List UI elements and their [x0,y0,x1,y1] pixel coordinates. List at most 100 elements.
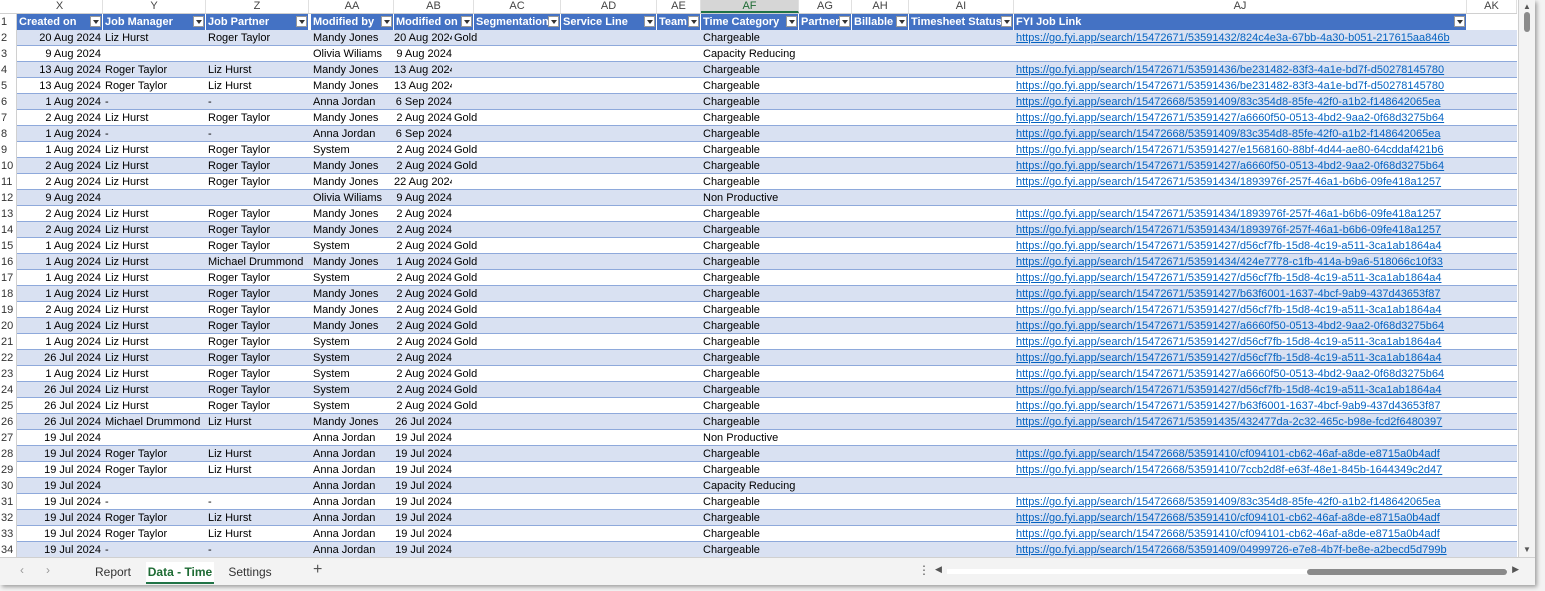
table-cell[interactable] [561,526,657,542]
row-number[interactable]: 4 [0,62,17,78]
row-number[interactable]: 3 [0,46,17,62]
fyi-job-link[interactable]: https://go.fyi.app/search/15472671/53591… [1016,288,1440,300]
table-cell[interactable] [452,126,561,142]
row-number[interactable]: 24 [0,382,17,398]
fyi-job-link[interactable]: https://go.fyi.app/search/15472671/53591… [1016,80,1444,92]
table-cell[interactable]: Michael Drummond [103,414,206,430]
table-cell[interactable]: Chargeable [701,110,799,126]
table-cell[interactable]: Chargeable [701,206,799,222]
row-number[interactable]: 34 [0,542,17,558]
table-cell[interactable] [909,94,1014,110]
table-cell[interactable] [852,270,909,286]
table-cell[interactable]: Mandy Jones [311,286,394,302]
table-cell[interactable] [799,30,852,46]
tab-report[interactable]: Report [90,562,136,582]
column-letter-ag[interactable]: AG [799,0,852,13]
table-cell[interactable]: Chargeable [701,94,799,110]
table-cell[interactable]: 19 Jul 2024 [394,510,452,526]
table-cell[interactable] [909,334,1014,350]
job-link-cell[interactable]: https://go.fyi.app/search/15472671/53591… [1014,174,1467,190]
table-cell[interactable] [561,142,657,158]
job-link-cell[interactable]: https://go.fyi.app/search/15472671/53591… [1014,302,1467,318]
table-cell[interactable]: 2 Aug 2024 [394,222,452,238]
table-cell[interactable]: 13 Aug 2024 [394,62,452,78]
table-cell[interactable] [799,46,852,62]
table-cell[interactable]: Chargeable [701,542,799,558]
filter-dropdown-icon[interactable] [644,16,655,27]
table-cell[interactable] [799,78,852,94]
job-link-cell[interactable]: https://go.fyi.app/search/15472668/53591… [1014,526,1467,542]
table-cell[interactable] [657,206,701,222]
table-cell[interactable] [909,254,1014,270]
table-cell[interactable]: Chargeable [701,510,799,526]
table-cell[interactable] [799,430,852,446]
table-cell[interactable]: Roger Taylor [206,382,309,398]
table-cell[interactable]: Anna Jordan [311,126,394,142]
table-cell[interactable]: 19 Jul 2024 [394,478,452,494]
table-cell[interactable] [452,350,561,366]
table-cell[interactable]: Liz Hurst [103,206,206,222]
table-cell[interactable]: Gold [452,334,561,350]
table-cell[interactable] [103,430,206,446]
fyi-job-link[interactable]: https://go.fyi.app/search/15472671/53591… [1016,176,1441,188]
table-cell[interactable] [852,446,909,462]
table-cell[interactable] [799,334,852,350]
table-cell[interactable]: Gold [452,142,561,158]
table-cell[interactable]: Roger Taylor [206,318,309,334]
table-cell[interactable]: Olivia Wiliams [311,190,394,206]
table-cell[interactable]: Mandy Jones [311,110,394,126]
filter-dropdown-icon[interactable] [381,16,392,27]
table-cell[interactable]: Mandy Jones [311,158,394,174]
table-cell[interactable]: 19 Jul 2024 [17,542,103,558]
table-cell[interactable]: Liz Hurst [103,158,206,174]
table-cell[interactable]: Gold [452,238,561,254]
table-cell[interactable] [103,478,206,494]
table-cell[interactable]: Mandy Jones [311,414,394,430]
table-cell[interactable]: Liz Hurst [103,398,206,414]
row-number[interactable]: 20 [0,318,17,334]
table-cell[interactable] [452,190,561,206]
table-cell[interactable]: 19 Jul 2024 [17,430,103,446]
header-cell[interactable]: Time Category [701,14,799,30]
table-cell[interactable]: 1 Aug 2024 [17,270,103,286]
table-cell[interactable]: Liz Hurst [103,350,206,366]
table-cell[interactable]: 1 Aug 2024 [17,318,103,334]
table-cell[interactable] [852,334,909,350]
job-link-cell[interactable]: https://go.fyi.app/search/15472671/53591… [1014,334,1467,350]
table-cell[interactable] [799,238,852,254]
row-number[interactable]: 9 [0,142,17,158]
table-cell[interactable] [909,526,1014,542]
table-cell[interactable] [852,398,909,414]
table-cell[interactable]: Anna Jordan [311,494,394,510]
table-cell[interactable] [657,430,701,446]
table-cell[interactable]: 26 Jul 2024 [17,398,103,414]
table-cell[interactable]: 1 Aug 2024 [17,254,103,270]
table-cell[interactable] [657,302,701,318]
table-cell[interactable] [852,174,909,190]
table-cell[interactable] [852,206,909,222]
fyi-job-link[interactable]: https://go.fyi.app/search/15472668/53591… [1016,512,1440,524]
table-cell[interactable] [799,190,852,206]
table-cell[interactable] [657,526,701,542]
table-cell[interactable] [799,206,852,222]
filter-dropdown-icon[interactable] [90,16,101,27]
table-cell[interactable]: System [311,366,394,382]
table-cell[interactable]: 2 Aug 2024 [394,366,452,382]
table-cell[interactable]: Chargeable [701,222,799,238]
table-cell[interactable]: Chargeable [701,382,799,398]
table-cell[interactable] [909,286,1014,302]
scroll-down-icon[interactable]: ▼ [1523,545,1531,554]
table-cell[interactable]: 19 Jul 2024 [394,526,452,542]
row-number[interactable]: 18 [0,286,17,302]
table-cell[interactable]: 26 Jul 2024 [17,382,103,398]
table-cell[interactable] [799,270,852,286]
table-cell[interactable] [452,462,561,478]
table-cell[interactable]: Liz Hurst [206,62,309,78]
column-letter-ab[interactable]: AB [394,0,474,13]
table-cell[interactable]: System [311,350,394,366]
table-cell[interactable] [561,110,657,126]
header-cell[interactable]: Modified by [311,14,394,30]
table-cell[interactable]: 1 Aug 2024 [17,126,103,142]
table-cell[interactable]: 19 Jul 2024 [394,430,452,446]
fyi-job-link[interactable]: https://go.fyi.app/search/15472668/53591… [1016,96,1440,108]
